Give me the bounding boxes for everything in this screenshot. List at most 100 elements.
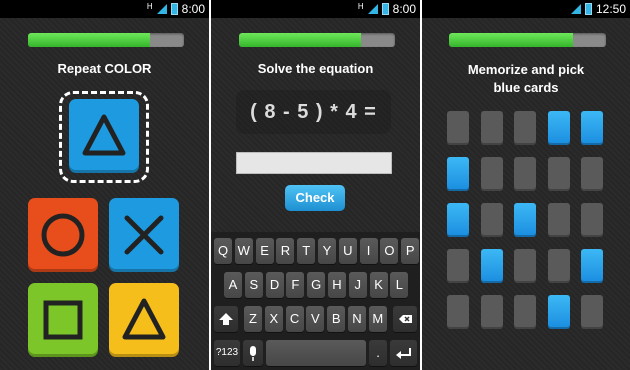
- cross-icon: [124, 215, 164, 255]
- triangle-icon: [82, 114, 126, 156]
- blue-card[interactable]: [547, 295, 570, 329]
- gray-card[interactable]: [480, 295, 503, 329]
- key-n[interactable]: N: [348, 306, 366, 332]
- key-g[interactable]: G: [307, 272, 326, 298]
- mic-key[interactable]: [243, 340, 263, 366]
- check-button[interactable]: Check: [285, 185, 345, 211]
- gray-card[interactable]: [447, 295, 469, 329]
- gray-card[interactable]: [480, 203, 503, 237]
- key-m[interactable]: M: [368, 306, 387, 332]
- gray-card[interactable]: [514, 157, 536, 191]
- gray-card[interactable]: [514, 295, 536, 329]
- signal-icon: [367, 4, 378, 14]
- battery-icon: [170, 3, 178, 15]
- keyboard-row-4: ?123 .: [211, 340, 420, 370]
- key-a[interactable]: A: [224, 272, 242, 298]
- key-r[interactable]: R: [276, 238, 295, 264]
- triangle-tile[interactable]: [109, 283, 179, 357]
- blue-card[interactable]: [581, 111, 603, 145]
- gray-card[interactable]: [581, 157, 603, 191]
- network-h-label: H: [357, 1, 364, 11]
- blue-card[interactable]: [514, 203, 536, 237]
- task-title-line-1: Memorize and pick: [467, 62, 585, 77]
- key-u[interactable]: U: [338, 238, 357, 264]
- shift-key[interactable]: [214, 306, 238, 332]
- enter-key[interactable]: [390, 340, 417, 366]
- blue-card[interactable]: [447, 157, 469, 191]
- key-t[interactable]: T: [297, 238, 316, 264]
- gray-card[interactable]: [514, 111, 536, 145]
- gray-card[interactable]: [547, 203, 570, 237]
- key-j[interactable]: J: [348, 272, 367, 298]
- progress-fill: [28, 33, 150, 47]
- gray-card[interactable]: [581, 203, 603, 237]
- key-s[interactable]: S: [244, 272, 263, 298]
- blue-card[interactable]: [447, 203, 469, 237]
- status-bar: 12:50: [422, 0, 630, 18]
- screen-memorize-cards: 12:50 Memorize and pick blue cards: [422, 0, 630, 370]
- task-title: Solve the equation: [257, 61, 374, 76]
- key-l[interactable]: L: [390, 272, 409, 298]
- key-k[interactable]: K: [369, 272, 388, 298]
- gray-card[interactable]: [547, 249, 570, 283]
- key-p[interactable]: P: [401, 238, 420, 264]
- signal-icon: [570, 4, 581, 14]
- blue-card[interactable]: [480, 249, 503, 283]
- key-e[interactable]: E: [255, 238, 274, 264]
- triangle-icon: [122, 298, 166, 340]
- progress-bar: [28, 33, 184, 47]
- status-bar: H 8:00: [0, 0, 209, 18]
- backspace-icon: [399, 315, 412, 323]
- key-h[interactable]: H: [328, 272, 346, 298]
- answer-input[interactable]: [236, 152, 392, 174]
- gray-card[interactable]: [447, 249, 469, 283]
- equation-display: ( 8 - 5 ) * 4 =: [236, 90, 391, 134]
- space-key[interactable]: [266, 340, 366, 366]
- key-y[interactable]: Y: [318, 238, 336, 264]
- screen-solve-equation: H 8:00 Solve the equation ( 8 - 5 ) * 4 …: [211, 0, 420, 370]
- circle-icon: [41, 213, 85, 257]
- status-bar: H 8:00: [211, 0, 420, 18]
- gray-card[interactable]: [480, 157, 503, 191]
- progress-fill: [239, 33, 361, 47]
- progress-fill: [449, 33, 574, 47]
- key-b[interactable]: B: [327, 306, 346, 332]
- gray-card[interactable]: [480, 111, 503, 145]
- signal-icon: [156, 4, 167, 14]
- gray-card[interactable]: [447, 111, 469, 145]
- square-icon: [43, 300, 83, 340]
- enter-icon: [396, 348, 411, 359]
- backspace-key[interactable]: [393, 306, 417, 332]
- gray-card[interactable]: [514, 249, 536, 283]
- status-time: 8:00: [392, 2, 416, 16]
- blue-card[interactable]: [547, 111, 570, 145]
- battery-icon: [584, 3, 592, 15]
- gray-card[interactable]: [581, 295, 603, 329]
- key-z[interactable]: Z: [244, 306, 262, 332]
- key-v[interactable]: V: [306, 306, 325, 332]
- key-q[interactable]: Q: [214, 238, 232, 264]
- key-f[interactable]: F: [286, 272, 305, 298]
- key-c[interactable]: C: [285, 306, 304, 332]
- gray-card[interactable]: [547, 157, 570, 191]
- key-o[interactable]: O: [380, 238, 399, 264]
- blue-card[interactable]: [581, 249, 603, 283]
- key-x[interactable]: X: [264, 306, 283, 332]
- keyboard-row-1: QWERTYUIOP: [211, 238, 420, 268]
- key-w[interactable]: W: [234, 238, 253, 264]
- screen-repeat-color: H 8:00 Repeat COLOR: [0, 0, 209, 370]
- battery-icon: [381, 3, 389, 15]
- cross-tile[interactable]: [109, 198, 179, 272]
- period-key[interactable]: .: [369, 340, 387, 366]
- key-d[interactable]: D: [265, 272, 284, 298]
- status-time: 12:50: [595, 2, 626, 16]
- key-i[interactable]: I: [359, 238, 378, 264]
- keyboard-row-2: ASDFGHJKL: [211, 272, 420, 302]
- status-time: 8:00: [181, 2, 205, 16]
- mic-icon: [250, 346, 256, 361]
- circle-tile[interactable]: [28, 198, 98, 272]
- square-tile[interactable]: [28, 283, 98, 357]
- target-triangle-tile: [69, 99, 139, 173]
- symbols-key[interactable]: ?123: [214, 340, 240, 366]
- task-title: Repeat COLOR: [57, 61, 152, 76]
